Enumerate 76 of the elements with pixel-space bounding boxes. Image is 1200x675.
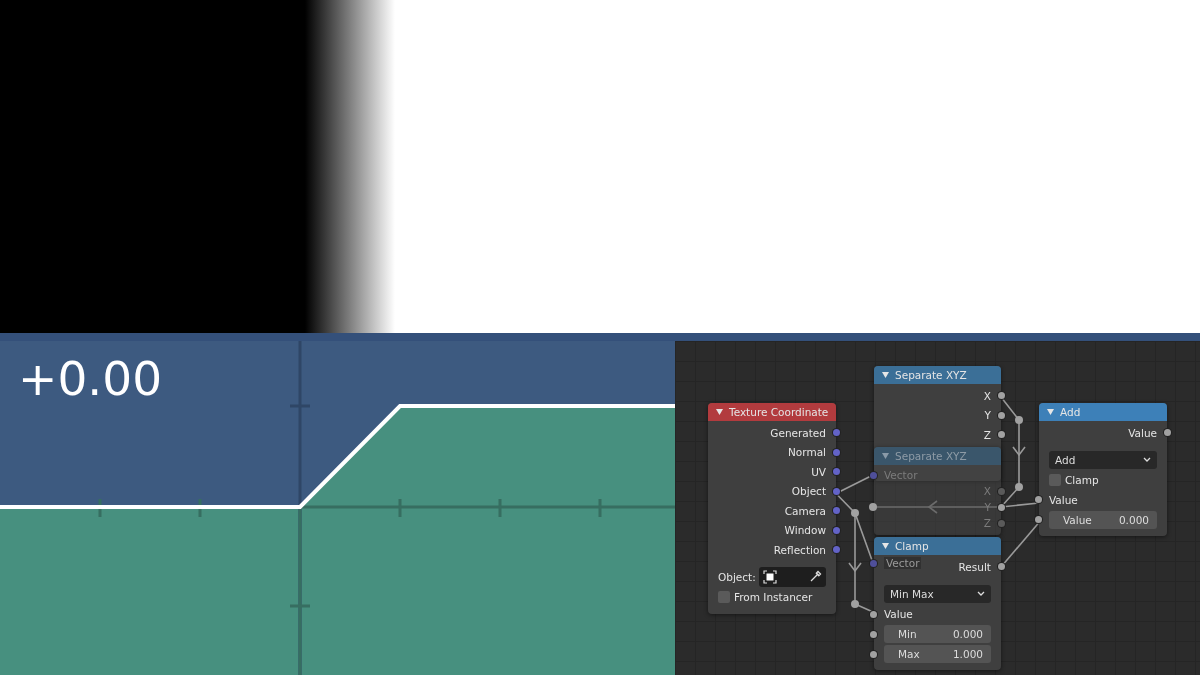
object-field[interactable] — [758, 566, 826, 587]
node-header[interactable]: Separate XYZ — [874, 366, 1001, 384]
collapse-triangle-icon[interactable] — [882, 543, 889, 549]
socket-dot[interactable] — [870, 610, 877, 618]
node-header[interactable]: Texture Coordinate — [708, 403, 836, 421]
socket-dot[interactable] — [870, 630, 877, 638]
socket-dot[interactable] — [833, 448, 840, 456]
socket-label: Z — [983, 517, 991, 529]
node-title: Clamp — [895, 540, 929, 552]
socket-label: Reflection — [773, 543, 826, 556]
collapse-triangle-icon[interactable] — [882, 372, 889, 378]
socket-label: Result — [958, 560, 991, 573]
reroute-dot[interactable] — [851, 509, 859, 517]
socket-label: X — [983, 485, 991, 497]
collapse-triangle-icon[interactable] — [1047, 409, 1054, 415]
mode-dropdown[interactable]: Add — [1049, 450, 1157, 469]
mode-dropdown[interactable]: Min Max — [884, 584, 991, 603]
collapse-triangle-icon[interactable] — [716, 409, 723, 415]
eyedropper-icon[interactable] — [809, 570, 822, 583]
node-title: Texture Coordinate — [729, 406, 829, 418]
checkbox[interactable] — [1049, 474, 1061, 487]
socket-label: Window — [784, 524, 826, 537]
node-header[interactable]: Add — [1039, 403, 1167, 421]
socket-dot[interactable] — [998, 487, 1005, 495]
socket-label: Normal — [788, 446, 826, 459]
reroute-dot[interactable] — [1015, 483, 1023, 491]
socket-label: Vector — [884, 469, 918, 481]
node-title: Add — [1060, 406, 1081, 418]
socket-dot[interactable] — [998, 519, 1005, 527]
socket-dot[interactable] — [870, 471, 877, 479]
chevron-down-icon — [977, 591, 985, 596]
socket-dot[interactable] — [870, 559, 877, 567]
object-icon — [762, 569, 777, 584]
socket-dot[interactable] — [870, 650, 877, 658]
checkbox[interactable] — [718, 591, 730, 604]
socket-dot[interactable] — [833, 429, 840, 437]
reroute-dot[interactable] — [851, 600, 859, 608]
socket-dot[interactable] — [833, 507, 840, 515]
socket-label: Object — [791, 485, 826, 498]
socket-dot[interactable] — [998, 431, 1005, 439]
socket-label: Y — [984, 501, 991, 513]
node-header[interactable]: Clamp — [874, 537, 1001, 555]
collapse-triangle-icon[interactable] — [882, 453, 889, 459]
socket-dot[interactable] — [833, 487, 840, 495]
number-field[interactable]: Value 0.000 — [1049, 510, 1157, 529]
socket-label: Value — [1049, 493, 1078, 506]
socket-label: Value — [884, 608, 913, 621]
socket-dot[interactable] — [1164, 429, 1171, 437]
socket-label: X — [983, 389, 991, 402]
socket-dot[interactable] — [833, 546, 840, 554]
socket-label: Y — [984, 409, 991, 422]
number-field[interactable]: Max 1.000 — [884, 645, 991, 663]
socket-label: Generated — [770, 426, 826, 439]
socket-label: UV — [811, 465, 826, 478]
field-label: Object: — [718, 570, 756, 583]
socket-dot[interactable] — [998, 503, 1005, 511]
reroute-dot[interactable] — [869, 503, 877, 511]
reroute-dot[interactable] — [1015, 416, 1023, 424]
chevron-down-icon — [1143, 457, 1151, 462]
socket-label: Vector — [884, 557, 922, 569]
socket-label: Value — [1128, 426, 1157, 439]
socket-label: Z — [983, 428, 991, 441]
socket-dot[interactable] — [833, 468, 840, 476]
value-readout: +0.00 — [18, 351, 163, 407]
checkbox-label: From Instancer — [734, 591, 813, 604]
node-title: Separate XYZ — [895, 369, 967, 381]
node-title: Separate XYZ — [895, 450, 967, 462]
socket-label: Camera — [784, 504, 826, 517]
socket-dot[interactable] — [1035, 516, 1042, 523]
socket-dot[interactable] — [998, 563, 1005, 571]
socket-dot[interactable] — [833, 526, 840, 534]
number-field[interactable]: Min 0.000 — [884, 625, 991, 643]
checkbox-label: Clamp — [1065, 474, 1099, 487]
socket-dot[interactable] — [998, 411, 1005, 419]
socket-dot[interactable] — [998, 392, 1005, 400]
socket-dot[interactable] — [1035, 496, 1042, 504]
